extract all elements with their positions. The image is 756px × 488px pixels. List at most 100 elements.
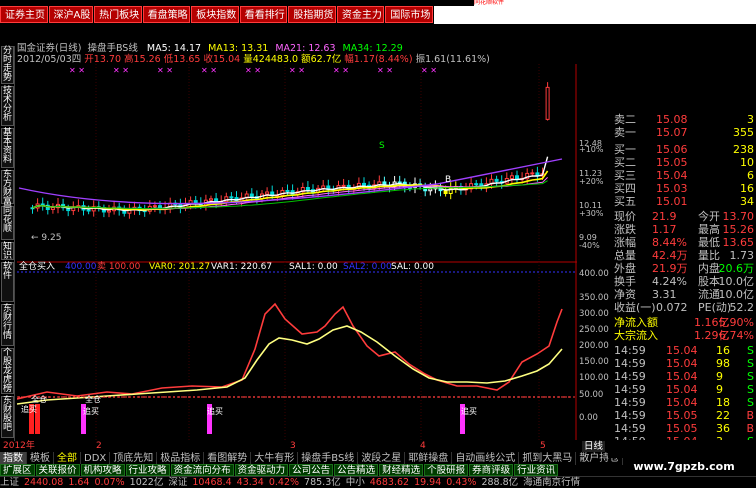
quote-row: 现价 21.9 今开 13.70 <box>612 210 756 223</box>
day-button[interactable]: 日线 <box>582 441 606 452</box>
left-tab-7[interactable]: 东财行情 <box>1 304 14 346</box>
top-menu: 证券主页 深沪A股 热门板块 看盘策略 板块指数 看看排行 股指期货 资金主力 国际市场 <box>0 6 434 23</box>
orderbook-label: 买四 <box>614 182 636 195</box>
price-tick: +30% <box>579 209 604 218</box>
top-menu-item-7[interactable]: 资金主力 <box>336 6 385 23</box>
status-item: 1.64 <box>68 477 90 488</box>
candle-body <box>305 186 310 191</box>
orderbook-price: 15.04 <box>656 169 688 182</box>
marker: ✕ ✕ <box>333 66 349 75</box>
status-item: 43.34 <box>236 477 264 488</box>
tick-volume: 36 <box>716 422 730 435</box>
tick-time: 14:59 <box>614 422 646 435</box>
quote-label-a: 换手 <box>614 275 636 288</box>
orderbook-price: 15.08 <box>656 113 688 126</box>
candle-body <box>509 175 514 179</box>
ext-tab-6[interactable]: 公司公告 <box>289 464 334 476</box>
tick-volume: 98 <box>716 357 730 370</box>
tick-side: S <box>747 370 754 383</box>
status-item: 785.3亿 <box>304 477 341 488</box>
orderbook-label: 卖二 <box>614 113 636 126</box>
time-axis: 2012年 2 3 4 5 日线 <box>0 441 608 452</box>
candle-body <box>86 209 91 212</box>
left-sidebar: 分时走势技术分析基本资料东方财富 同花顺知识 软件东财行情个股龙虎榜东财股吧 <box>0 46 15 441</box>
marker: ✕ ✕ <box>69 66 85 75</box>
tick-price: 15.05 <box>666 422 698 435</box>
status-item: 10468.4 <box>192 477 232 488</box>
left-tab-5[interactable]: 知识 <box>1 242 14 261</box>
ext-tab-1[interactable]: 关联报价 <box>35 464 80 476</box>
quote-row: 涨跌 1.17 最高 15.26 <box>612 223 756 236</box>
top-menu-item-0[interactable]: 证券主页 <box>0 6 48 23</box>
quote-label-b: 今开 <box>698 210 720 223</box>
ext-tab-7[interactable]: 公告精选 <box>334 464 379 476</box>
quote-label-a: 收益(一) <box>614 301 656 314</box>
orderbook-label: 买五 <box>614 195 636 208</box>
top-menu-item-1[interactable]: 深沪A股 <box>48 6 94 23</box>
kline-chart[interactable]: ✕ ✕ ✕ ✕ ✕ ✕ ✕ ✕ ✕ ✕ ✕ ✕ ✕ ✕ ✕ ✕ ✕ ✕ ← 9.25 S B 全仓买入 4… <box>17 64 577 440</box>
quote-value-b: 52.2 <box>729 301 755 314</box>
status-item: 0.43% <box>446 477 477 488</box>
ext-tab-3[interactable]: 行业攻略 <box>125 464 170 476</box>
top-menu-item-3[interactable]: 看盘策略 <box>142 6 191 23</box>
ind-v2: 卖 100.00 <box>97 261 141 272</box>
candle-body <box>494 178 499 182</box>
left-tab-3[interactable]: 东方财富 <box>1 170 14 207</box>
top-menu-item-8[interactable]: 国际市场 <box>385 6 433 23</box>
orderbook-row: 买一 15.06 238 <box>612 143 756 156</box>
top-menu-item-4[interactable]: 板块指数 <box>191 6 239 23</box>
orderbook-volume: 34 <box>740 195 754 208</box>
quote-value-b: 20.6万 <box>718 262 755 275</box>
top-menu-item-5[interactable]: 看看排行 <box>239 6 288 23</box>
ext-tab-9[interactable]: 个股研报 <box>424 464 469 476</box>
ext-tab-0[interactable]: 扩展区 <box>0 464 35 476</box>
ind-v1: 400.00 <box>65 262 97 272</box>
ext-tab-11[interactable]: 行业资讯 <box>514 464 559 476</box>
quote-label-b: PE(动) <box>698 301 732 314</box>
price-tick: +20% <box>579 177 604 186</box>
candle-body <box>428 188 433 192</box>
quote-row: 涨幅 8.44% 最低 13.65 <box>612 236 756 249</box>
ind-sal2: SAL2: 0.00 <box>343 262 392 272</box>
tick-side: B <box>746 422 754 435</box>
ext-tab-5[interactable]: 资金驱动力 <box>234 464 289 476</box>
orderbook-row: 卖二 15.08 3 <box>612 113 756 126</box>
candle-body <box>545 86 550 120</box>
ext-tab-2[interactable]: 机构攻略 <box>80 464 125 476</box>
left-tab-2[interactable]: 基本资料 <box>1 128 14 168</box>
quote-row: 外盘 21.9万 内盘 20.6万 <box>612 262 756 275</box>
orderbook-label: 买三 <box>614 169 636 182</box>
ext-tab-8[interactable]: 财经精选 <box>379 464 424 476</box>
candle-body <box>515 175 519 180</box>
orderbook-price: 15.05 <box>656 156 688 169</box>
top-menu-item-2[interactable]: 热门板块 <box>94 6 142 23</box>
candle-body <box>362 182 366 186</box>
orderbook-volume: 3 <box>747 113 754 126</box>
left-tab-4[interactable]: 同花顺 <box>1 206 14 240</box>
left-tab-0[interactable]: 分时走势 <box>1 46 14 84</box>
status-item: 上证 <box>0 477 20 488</box>
tick-volume: 18 <box>716 396 730 409</box>
tick-volume: 9 <box>716 370 723 383</box>
tick-time: 14:59 <box>614 357 646 370</box>
ext-tab-4[interactable]: 资金流向分布 <box>170 464 234 476</box>
candle-body <box>152 205 157 208</box>
ind-tick: 350.00 <box>579 293 609 303</box>
status-item: 2440.08 <box>24 477 64 488</box>
marker: ✕ ✕ <box>377 66 393 75</box>
left-tab-1[interactable]: 技术分析 <box>1 86 14 126</box>
s-marker: S <box>379 141 385 151</box>
ext-tab-10[interactable]: 券商评级 <box>469 464 514 476</box>
quote-label-b: 最低 <box>698 236 720 249</box>
quote-label-b: 内盘 <box>698 262 720 275</box>
left-tab-8[interactable]: 个股龙虎榜 <box>1 348 14 394</box>
status-item: 海通南京行情 <box>523 477 581 488</box>
left-tab-9[interactable]: 东财股吧 <box>1 396 14 438</box>
top-menu-item-6[interactable]: 股指期货 <box>288 6 336 23</box>
orderbook-row: 买三 15.04 6 <box>612 169 756 182</box>
tick-time: 14:59 <box>614 344 646 357</box>
candle-body <box>249 193 254 198</box>
quote-value-b: 10.0亿 <box>718 288 755 301</box>
quote-panel: 卖二 15.08 3 卖一 15.07 355 买一 15.06 238 买二 15.05 10 买三 1… <box>612 113 756 461</box>
left-tab-6[interactable]: 软件 <box>1 262 14 302</box>
